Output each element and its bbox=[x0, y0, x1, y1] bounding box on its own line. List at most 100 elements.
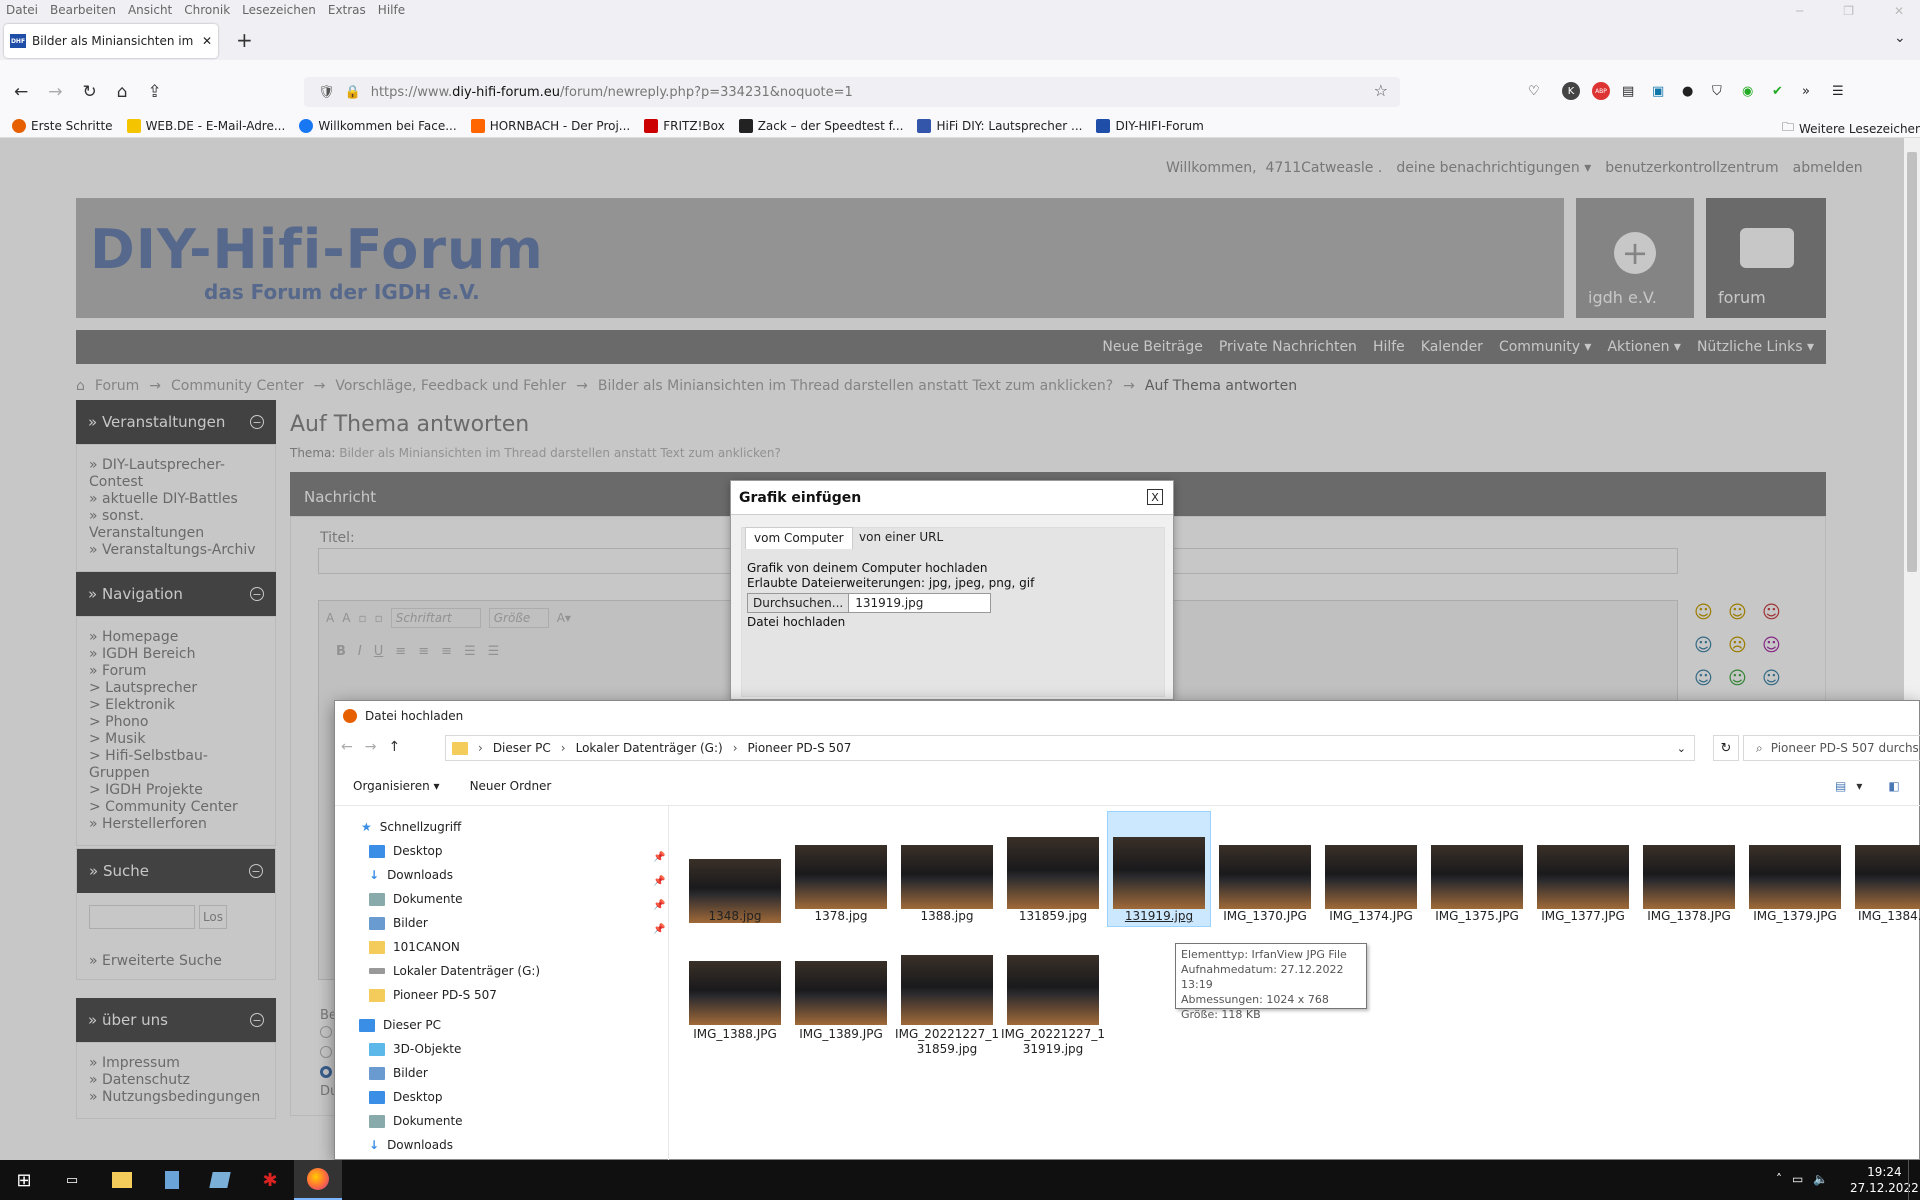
firefox-taskbar-button[interactable] bbox=[294, 1160, 342, 1200]
file-name[interactable]: IMG_20221227_131859.jpg bbox=[892, 1027, 1002, 1057]
file-thumbnail[interactable] bbox=[1007, 837, 1099, 909]
view-dropdown-icon[interactable]: ▾ bbox=[1856, 779, 1862, 793]
bookmark-item[interactable]: Willkommen bei Face... bbox=[299, 118, 457, 133]
overflow-icon[interactable]: » bbox=[1802, 84, 1820, 99]
explorer-button[interactable] bbox=[98, 1160, 146, 1200]
file-thumbnail[interactable] bbox=[1643, 845, 1735, 909]
file-search-box[interactable]: ⌕ Pioneer PD-S 507 durchsuchen bbox=[1743, 735, 1920, 761]
tree-item[interactable]: Bilder bbox=[369, 1066, 428, 1080]
extension-box-icon[interactable]: ▤ bbox=[1622, 84, 1640, 99]
file-thumbnail[interactable] bbox=[1749, 845, 1841, 909]
extension-k-icon[interactable]: K bbox=[1562, 82, 1580, 100]
extension-green-icon[interactable]: ◉ bbox=[1742, 84, 1760, 99]
extension-shield-icon[interactable]: ⛉ bbox=[1712, 84, 1730, 99]
tree-item[interactable]: Lokaler Datenträger (G:) bbox=[369, 964, 540, 978]
file-thumbnail[interactable] bbox=[689, 961, 781, 1025]
file-thumbnail[interactable] bbox=[1325, 845, 1417, 909]
calculator-button[interactable] bbox=[148, 1160, 196, 1200]
file-thumbnail[interactable] bbox=[1537, 845, 1629, 909]
file-thumbnail[interactable] bbox=[1855, 845, 1920, 909]
tree-item[interactable]: ↓ Downloads bbox=[369, 1138, 453, 1152]
file-name[interactable]: IMG_1384... bbox=[1846, 909, 1920, 924]
tree-item[interactable]: Desktop bbox=[369, 1090, 443, 1104]
bookmark-item[interactable]: HORNBACH - Der Proj... bbox=[470, 118, 630, 133]
tree-item[interactable]: Desktop bbox=[369, 844, 443, 858]
chevron-up-icon[interactable]: ˄ bbox=[1776, 1172, 1782, 1186]
file-thumbnail[interactable] bbox=[901, 845, 993, 909]
app-button[interactable] bbox=[196, 1160, 244, 1200]
file-thumbnail[interactable] bbox=[901, 955, 993, 1025]
file-name[interactable]: 1388.jpg bbox=[892, 909, 1002, 924]
view-mode-icon[interactable]: ▤ bbox=[1835, 779, 1846, 793]
organize-button[interactable]: Organisieren ▾ bbox=[353, 779, 440, 793]
file-thumbnail[interactable] bbox=[1113, 837, 1205, 909]
menu-bearbeiten[interactable]: Bearbeiten bbox=[50, 3, 116, 17]
refresh-icon[interactable]: ↻ bbox=[1713, 735, 1739, 761]
tab-list-chevron-icon[interactable]: ⌄ bbox=[1894, 30, 1906, 46]
file-name[interactable]: IMG_1378.JPG bbox=[1634, 909, 1744, 924]
bookmark-item[interactable]: FRITZ!Box bbox=[644, 118, 725, 133]
bookmark-star-icon[interactable]: ☆ bbox=[1374, 81, 1388, 100]
file-thumbnail[interactable] bbox=[1431, 845, 1523, 909]
minimize-icon[interactable]: ─ bbox=[1796, 4, 1803, 18]
browse-button[interactable]: Durchsuchen... bbox=[748, 594, 850, 612]
tab-close-icon[interactable]: ✕ bbox=[202, 34, 212, 48]
new-folder-button[interactable]: Neuer Ordner bbox=[470, 779, 552, 793]
menu-ansicht[interactable]: Ansicht bbox=[128, 3, 172, 17]
forward-icon[interactable]: → bbox=[48, 82, 62, 102]
tree-item[interactable]: Pioneer PD-S 507 bbox=[369, 988, 497, 1002]
tree-item[interactable]: 3D-Objekte bbox=[369, 1042, 461, 1056]
adblock-icon[interactable]: ABP bbox=[1592, 82, 1610, 100]
tree-item[interactable]: Dokumente bbox=[369, 1114, 463, 1128]
reload-icon[interactable]: ↻ bbox=[83, 82, 97, 102]
file-name[interactable]: 131859.jpg bbox=[998, 909, 1108, 924]
file-thumbnail[interactable] bbox=[795, 961, 887, 1025]
network-icon[interactable]: ▭ bbox=[1792, 1172, 1803, 1186]
tab-from-computer[interactable]: vom Computer bbox=[745, 527, 853, 549]
shield-icon[interactable]: 🛡 bbox=[318, 85, 335, 100]
path-segment[interactable]: Dieser PC bbox=[493, 741, 551, 755]
file-input[interactable]: Durchsuchen... 131919.jpg bbox=[747, 593, 991, 613]
url-bar[interactable]: 🛡 🔒 https://www.diy-hifi-forum.eu/forum/… bbox=[304, 77, 1400, 107]
file-name[interactable]: IMG_1374.JPG bbox=[1316, 909, 1426, 924]
back-icon[interactable]: ← bbox=[14, 82, 28, 102]
extension-group-icon[interactable]: ● bbox=[1682, 84, 1700, 99]
file-name[interactable]: 1378.jpg bbox=[786, 909, 896, 924]
file-thumbnail[interactable] bbox=[1007, 955, 1099, 1025]
home-icon[interactable]: ⌂ bbox=[117, 82, 128, 102]
menu-extras[interactable]: Extras bbox=[328, 3, 366, 17]
file-thumbnail[interactable] bbox=[1219, 845, 1311, 909]
menu-lesezeichen[interactable]: Lesezeichen bbox=[242, 3, 316, 17]
pocket-icon[interactable]: ♡ bbox=[1528, 84, 1550, 99]
file-name[interactable]: IMG_1379.JPG bbox=[1740, 909, 1850, 924]
bookmark-item[interactable]: WEB.DE - E-Mail-Adre... bbox=[126, 118, 285, 133]
save-page-icon[interactable]: ⇪ bbox=[148, 82, 162, 102]
show-desktop-button[interactable] bbox=[1908, 1160, 1914, 1200]
restore-icon[interactable]: ❐ bbox=[1843, 4, 1854, 18]
irfanview-button[interactable]: ✱ bbox=[246, 1160, 294, 1200]
menu-hilfe[interactable]: Hilfe bbox=[378, 3, 405, 17]
path-segment[interactable]: Pioneer PD-S 507 bbox=[748, 741, 852, 755]
file-name[interactable]: IMG_1377.JPG bbox=[1528, 909, 1638, 924]
up-icon[interactable]: ↑ bbox=[388, 739, 400, 755]
preview-pane-icon[interactable]: ◧ bbox=[1888, 779, 1899, 793]
start-button[interactable]: ⊞ bbox=[0, 1160, 48, 1200]
tab-from-url[interactable]: von einer URL bbox=[851, 527, 951, 549]
volume-icon[interactable]: 🔈 bbox=[1813, 1172, 1828, 1186]
hamburger-menu-icon[interactable]: ☰ bbox=[1832, 84, 1850, 99]
bookmark-item[interactable]: HiFi DIY: Lautsprecher ... bbox=[917, 118, 1082, 133]
path-segment[interactable]: Lokaler Datenträger (G:) bbox=[576, 741, 723, 755]
bookmark-item[interactable]: DIY-HIFI-Forum bbox=[1096, 118, 1204, 133]
new-tab-icon[interactable]: + bbox=[236, 28, 253, 52]
file-thumbnail[interactable] bbox=[795, 845, 887, 909]
other-bookmarks[interactable]: 🗀 Weitere Lesezeichen bbox=[1782, 118, 1920, 139]
tree-item[interactable]: Dieser PC bbox=[359, 1018, 441, 1032]
upload-file-button[interactable]: Datei hochladen bbox=[747, 615, 845, 629]
forward-icon[interactable]: → bbox=[365, 739, 377, 755]
file-name-selected[interactable]: 131919.jpg bbox=[1104, 909, 1214, 924]
dialog-close-button[interactable]: X bbox=[1147, 489, 1163, 505]
address-dropdown-icon[interactable]: ⌄ bbox=[1677, 742, 1686, 755]
file-name[interactable]: 1348.jpg bbox=[680, 909, 790, 924]
back-icon[interactable]: ← bbox=[341, 739, 353, 755]
extension-check-icon[interactable]: ✔ bbox=[1772, 84, 1790, 99]
